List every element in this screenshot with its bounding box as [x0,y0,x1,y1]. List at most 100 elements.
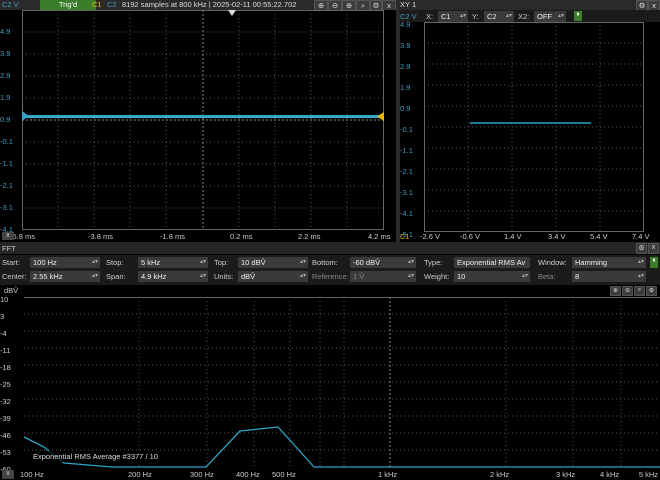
scope-plot[interactable] [22,10,384,230]
xy-corner-channel: C1 [400,232,410,241]
average-status: Exponential RMS Average #3377 / 10 [30,451,161,462]
window-label: Window: [538,258,567,267]
xy-panel: C2 V X: C1 ▴▾ Y: C2 ▴▾ X2: OFF ▴▾ ⏸ 4.9 3.9 2… [400,10,660,242]
xy-x-tick: 5.4 V [590,232,608,241]
xy-y-tick: -4.1 [400,209,413,218]
fft-titlebar: FFT ⚙ x [0,242,660,254]
fft-y-unit: dBV̂ [4,286,19,295]
units-label: Units: [214,272,234,281]
beta-label: Beta: [538,272,556,281]
scope-x-tick: -3.8 ms [88,232,114,241]
scope-y-tick: 3.9 [0,49,11,58]
fft-panel: dBV̂ ⊕ ⊖ ⌕ ⚙ 103-4-11-18-25-32-39-46-53-… [0,285,660,480]
fft-x-tick: 3 kHz [556,470,576,479]
weight-label: Weight: [424,272,450,281]
scope-x-tick: -1.8 ms [160,232,186,241]
scope-y-tick: -3.1 [0,203,13,212]
fft-x-tick: 200 Hz [128,470,152,479]
center-frequency-field[interactable]: 2.55 kHz ▴▾ [30,271,100,282]
span-field[interactable]: 4.9 kHz ▴▾ [138,271,208,282]
scope-y-tick: 0.9 [0,115,11,124]
start-frequency-field[interactable]: 100 Hz ▴▾ [30,257,100,268]
trigger-position-marker[interactable] [228,10,236,16]
xy-x-tick: -2.6 V [420,232,441,241]
fft-close-button[interactable]: x [648,243,659,254]
xy-y-tick: 1.9 [400,83,411,92]
fft-hold-icon[interactable]: ⏸ [650,257,658,268]
fft-x-tick: 1 kHz [378,470,398,479]
xy-x-select[interactable]: C1 ▴▾ [438,11,468,22]
top-label: Top: [214,258,229,267]
bottom-level-field[interactable]: -60 dBV̂ ▴▾ [350,257,416,268]
fft-gear-icon[interactable]: ⚙ [636,243,647,254]
xy-y-tick: 0.9 [400,104,411,113]
xy-y-tick: -1.1 [400,146,413,155]
xy-plot[interactable] [424,22,644,232]
xy-x2-label: X2: [518,12,530,21]
fft-controls: Start: 100 Hz ▴▾ Stop: 5 kHz ▴▾ Top: 10 dB… [0,255,660,285]
fft-plot[interactable] [24,297,660,468]
fft-x-tick: 5 kHz [638,470,658,479]
fft-y-tick: -39 [0,414,11,423]
reference-field[interactable]: 1 V̂ ▴▾ [350,271,416,282]
window-select[interactable]: Hamming ▴▾ [572,257,646,268]
xy-y-tick: -3.1 [400,188,413,197]
weight-field[interactable]: 10 ▴▾ [454,271,530,282]
channel-c2-toggle[interactable]: C2 [107,0,117,10]
type-label: Type: [424,258,443,267]
fft-zoom-out-icon[interactable]: ⊖ [622,286,633,296]
fft-x-tick: 500 Hz [272,470,296,479]
xy-y-tick: -0.1 [400,125,413,134]
type-select[interactable]: Exponential RMS Av [454,257,530,268]
fft-title: FFT [2,244,16,253]
fft-y-tick: -53 [0,448,11,457]
fft-search-icon[interactable]: ⌕ [634,286,645,296]
scope-x-tick: 2.2 ms [298,232,321,241]
xy-y-tick: 4.9 [400,20,411,29]
fft-y-tick: -25 [0,380,11,389]
xy-y-select[interactable]: C2 ▴▾ [484,11,514,22]
bottom-label: Bottom: [312,258,338,267]
fft-zoom-in-icon[interactable]: ⊕ [610,286,621,296]
xy-title: XY 1 [400,0,417,9]
fft-x-tick: 4 kHz [600,470,620,479]
trigger-status-badge[interactable]: Trig'd [40,0,96,10]
fft-y-tick: -18 [0,363,11,372]
center-label: Center: [2,272,27,281]
fft-y-tick: 10 [0,295,9,304]
fft-x-tick: 300 Hz [190,470,214,479]
channel-c1-toggle[interactable]: C1 [92,0,102,10]
xy-hold-icon[interactable]: ⏸ [574,11,582,21]
stop-frequency-field[interactable]: 5 kHz ▴▾ [138,257,208,268]
xy-y-tick: 2.9 [400,62,411,71]
scope-toolbar: C2 V Trig'd C1 C2 8192 samples at 800 kH… [0,0,660,12]
fft-y-tick: 3 [0,312,5,321]
fft-x-tick: 2 kHz [490,470,510,479]
top-level-field[interactable]: 10 dBV̂ ▴▾ [238,257,308,268]
xy-controls: C2 V X: C1 ▴▾ Y: C2 ▴▾ X2: OFF ▴▾ ⏸ [400,10,660,22]
fft-settings-icon[interactable]: ⚙ [646,286,657,296]
channel-label: C2 V [2,0,19,9]
fft-corner-close[interactable]: x [2,470,14,479]
beta-field[interactable]: 8 ▴▾ [572,271,646,282]
acquisition-info: 8192 samples at 800 kHz | 2025-02-11 00:… [122,0,297,9]
scope-y-tick: 2.9 [0,71,11,80]
scope-corner-close[interactable]: x [2,232,14,240]
fft-y-tick: -11 [0,346,11,355]
scope-y-tick: 1.9 [0,93,11,102]
xy-y-tick: -2.1 [400,167,413,176]
scope-x-tick: 4.2 ms [368,232,391,241]
span-label: Span: [106,272,126,281]
xy-x-label: X: [426,12,434,21]
fft-y-tick: -4 [0,329,7,338]
stop-label: Stop: [106,258,124,267]
fft-y-tick: -32 [0,397,11,406]
start-label: Start: [2,258,20,267]
xy-x-tick: 7.4 V [632,232,650,241]
units-select[interactable]: dBV̂ ▴▾ [238,271,308,282]
xy-x2-select[interactable]: OFF ▴▾ [534,11,566,22]
scope-y-tick: -1.1 [0,159,13,168]
scope-x-tick: 0.2 ms [230,232,253,241]
xy-x-tick: 3.4 V [548,232,566,241]
scope-panel: 4.93.92.91.90.9-0.1-1.1-2.1-3.1-4.1-5.1 … [0,10,396,256]
